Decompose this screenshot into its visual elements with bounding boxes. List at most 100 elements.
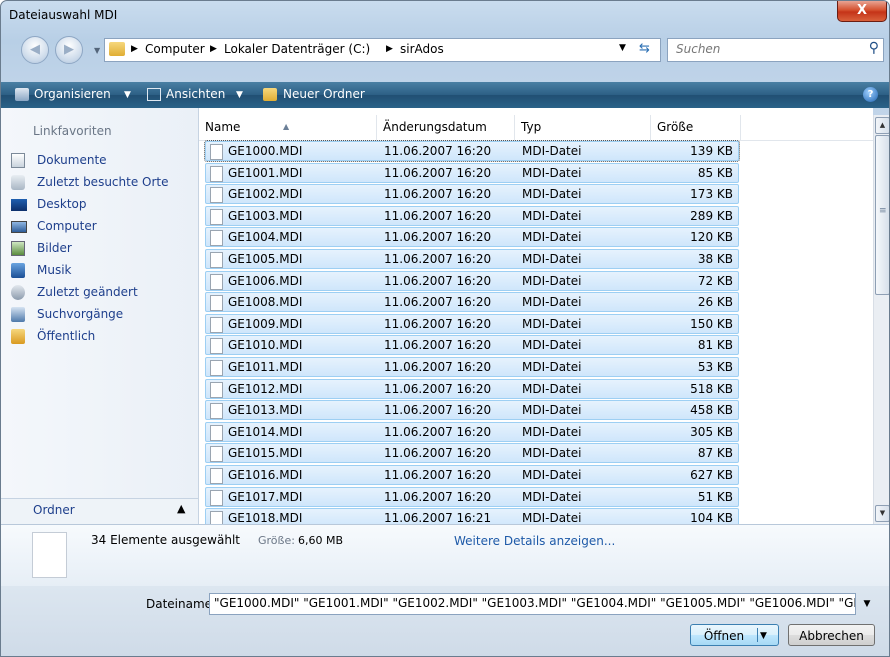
grip-icon: ≡: [879, 206, 887, 216]
split-divider: [757, 628, 758, 642]
filename-label: Dateiname:: [146, 597, 217, 611]
file-size: 150 KB: [690, 317, 733, 331]
filename-value: "GE1000.MDI" "GE1001.MDI" "GE1002.MDI" "…: [214, 596, 856, 610]
breadcrumb-siradoss[interactable]: sirAdos: [400, 42, 444, 56]
forward-button[interactable]: ▶: [55, 36, 83, 64]
search-input[interactable]: Suchen: [676, 42, 720, 56]
file-row[interactable]: GE1009.MDI 11.06.2007 16:20 MDI-Datei 150 K…: [205, 314, 739, 334]
views-dropdown-icon[interactable]: ▼: [236, 90, 243, 100]
more-details-link[interactable]: Weitere Details anzeigen...: [454, 534, 615, 548]
refresh-icon[interactable]: ⇆: [639, 41, 650, 56]
file-type: MDI-Datei: [522, 187, 582, 201]
file-type: MDI-Datei: [522, 166, 582, 180]
desktop-icon: [11, 199, 27, 211]
file-icon: [210, 144, 223, 160]
document-icon: [32, 532, 67, 578]
file-icon: [210, 209, 223, 225]
folders-toggle[interactable]: Ordner ▲: [1, 498, 198, 524]
close-button[interactable]: X: [837, 1, 887, 22]
file-row[interactable]: GE1013.MDI 11.06.2007 16:20 MDI-Datei 458 K…: [205, 400, 739, 420]
chevron-up-icon[interactable]: ▲: [177, 502, 185, 515]
new-folder-button[interactable]: Neuer Ordner: [283, 87, 365, 101]
file-size: 26 KB: [697, 295, 733, 309]
column-header-date[interactable]: Änderungsdatum: [377, 115, 515, 140]
file-row[interactable]: GE1008.MDI 11.06.2007 16:20 MDI-Datei 26 KB: [205, 292, 739, 312]
column-header-name[interactable]: Name ▲: [199, 115, 377, 140]
file-row[interactable]: GE1012.MDI 11.06.2007 16:20 MDI-Datei 518 K…: [205, 379, 739, 399]
forward-arrow-icon: ▶: [64, 42, 74, 57]
file-row[interactable]: GE1004.MDI 11.06.2007 16:20 MDI-Datei 120 K…: [205, 227, 739, 247]
help-icon[interactable]: ?: [863, 87, 878, 102]
file-size: 85 KB: [697, 166, 733, 180]
file-row[interactable]: GE1000.MDI 11.06.2007 16:20 MDI-Datei 139 K…: [204, 140, 740, 162]
searches-icon: [11, 307, 25, 322]
file-row[interactable]: GE1010.MDI 11.06.2007 16:20 MDI-Datei 81 KB: [205, 335, 739, 355]
open-button[interactable]: Öffnen ▼: [690, 624, 779, 646]
file-icon: [210, 317, 223, 333]
file-date: 11.06.2007 16:20: [384, 468, 492, 482]
column-header-size[interactable]: Größe: [651, 115, 741, 140]
file-row[interactable]: GE1015.MDI 11.06.2007 16:20 MDI-Datei 87 KB: [205, 443, 739, 463]
column-header-label: Änderungsdatum: [383, 120, 487, 134]
file-size: 81 KB: [697, 338, 733, 352]
details-pane: 34 Elemente ausgewählt Größe: 6,60 MB We…: [1, 524, 889, 587]
column-header-label: Name: [205, 120, 241, 134]
filename-dropdown-icon[interactable]: ▼: [856, 593, 878, 615]
navigation-pane: Linkfavoriten Dokumente Zuletzt besuchte…: [1, 108, 199, 524]
column-header-type[interactable]: Typ: [515, 115, 651, 140]
filename-input[interactable]: "GE1000.MDI" "GE1001.MDI" "GE1002.MDI" "…: [209, 593, 856, 615]
scroll-up-icon[interactable]: ▲: [875, 117, 889, 134]
file-size: 72 KB: [697, 274, 733, 288]
file-type: MDI-Datei: [522, 360, 582, 374]
file-date: 11.06.2007 16:20: [384, 490, 492, 504]
file-row[interactable]: GE1011.MDI 11.06.2007 16:20 MDI-Datei 53 KB: [205, 357, 739, 377]
breadcrumb-computer[interactable]: Computer: [145, 42, 205, 56]
recently-changed-icon: [11, 285, 25, 300]
scroll-down-icon[interactable]: ▼: [875, 505, 889, 522]
cancel-button[interactable]: Abbrechen: [788, 624, 875, 646]
file-date: 11.06.2007 16:20: [384, 425, 492, 439]
back-button[interactable]: ◀: [21, 36, 49, 64]
file-icon: [210, 274, 223, 290]
breadcrumb-separator-icon: ▶: [131, 44, 138, 54]
open-dropdown-icon[interactable]: ▼: [760, 625, 767, 647]
vertical-scrollbar[interactable]: ▲ ≡ ▼: [873, 115, 889, 524]
views-button[interactable]: Ansichten: [166, 87, 225, 101]
title-bar[interactable]: Dateiauswahl MDI X: [1, 1, 889, 31]
file-row[interactable]: GE1014.MDI 11.06.2007 16:20 MDI-Datei 305 K…: [205, 422, 739, 442]
search-box[interactable]: Suchen ⚲: [667, 38, 884, 62]
file-type: MDI-Datei: [522, 446, 582, 460]
scrollbar-thumb[interactable]: ≡: [875, 135, 889, 295]
search-icon[interactable]: ⚲: [869, 40, 879, 56]
size-label: Größe:: [258, 534, 295, 547]
file-row[interactable]: GE1005.MDI 11.06.2007 16:20 MDI-Datei 38 KB: [205, 249, 739, 269]
file-icon: [210, 252, 223, 268]
file-size: 458 KB: [690, 403, 733, 417]
bottom-bar: Dateiname: "GE1000.MDI" "GE1001.MDI" "GE…: [1, 586, 889, 656]
selection-count: 34 Elemente ausgewählt: [91, 533, 240, 547]
nav-item-label: Bilder: [37, 241, 72, 255]
file-row[interactable]: GE1016.MDI 11.06.2007 16:20 MDI-Datei 627 K…: [205, 465, 739, 485]
file-type: MDI-Datei: [522, 252, 582, 266]
file-row[interactable]: GE1001.MDI 11.06.2007 16:20 MDI-Datei 85 KB: [205, 163, 739, 183]
address-dropdown-icon[interactable]: ▼: [619, 43, 626, 53]
computer-icon: [11, 221, 27, 233]
file-name: GE1016.MDI: [228, 468, 303, 482]
file-date: 11.06.2007 16:20: [384, 209, 492, 223]
address-bar[interactable]: ▶ Computer ▶ Lokaler Datenträger (C:) ▶ …: [104, 38, 661, 62]
file-name: GE1008.MDI: [228, 295, 303, 309]
organize-dropdown-icon[interactable]: ▼: [124, 90, 131, 100]
recent-pages-dropdown-icon[interactable]: ▼: [94, 46, 100, 55]
breadcrumb-drive-c[interactable]: Lokaler Datenträger (C:): [224, 42, 370, 56]
file-type: MDI-Datei: [522, 274, 582, 288]
file-size: 120 KB: [690, 230, 733, 244]
file-type: MDI-Datei: [522, 425, 582, 439]
file-row[interactable]: GE1017.MDI 11.06.2007 16:20 MDI-Datei 51 KB: [205, 487, 739, 507]
file-row[interactable]: GE1002.MDI 11.06.2007 16:20 MDI-Datei 173 K…: [205, 184, 739, 204]
organize-button[interactable]: Organisieren: [34, 87, 111, 101]
file-size: 38 KB: [697, 252, 733, 266]
breadcrumb-separator-icon: ▶: [386, 44, 393, 54]
file-row[interactable]: GE1006.MDI 11.06.2007 16:20 MDI-Datei 72 KB: [205, 271, 739, 291]
file-icon: [210, 490, 223, 506]
file-row[interactable]: GE1003.MDI 11.06.2007 16:20 MDI-Datei 289 K…: [205, 206, 739, 226]
